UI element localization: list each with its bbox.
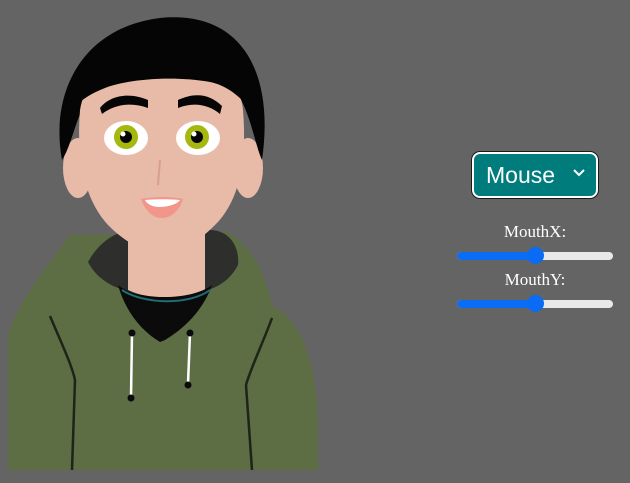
drawstring-left	[129, 332, 134, 399]
mouth-x-slider[interactable]	[455, 245, 615, 265]
slider-fill	[457, 300, 535, 308]
drawstring-grommet	[128, 329, 136, 337]
avatar-figure	[8, 17, 318, 471]
mouth-x-label: MouthX:	[503, 222, 567, 241]
app-stage: Mouse MouthX: MouthY:	[0, 0, 630, 483]
chevron-down-icon	[573, 169, 585, 177]
input-mode-value: Mouse	[486, 162, 556, 188]
eye-glint-left	[120, 131, 126, 137]
mouth-y-label: MouthY:	[504, 270, 566, 289]
drawstring-tip	[184, 381, 192, 389]
drawstring-tip	[127, 394, 135, 402]
input-mode-select[interactable]: Mouse	[472, 152, 598, 198]
slider-thumb[interactable]	[527, 295, 544, 312]
slider-thumb[interactable]	[527, 247, 544, 264]
face	[79, 60, 245, 252]
eye-glint-right	[191, 131, 197, 137]
drawstring-grommet	[186, 329, 194, 337]
mouth-y-slider[interactable]	[455, 293, 615, 313]
slider-fill	[457, 252, 535, 260]
